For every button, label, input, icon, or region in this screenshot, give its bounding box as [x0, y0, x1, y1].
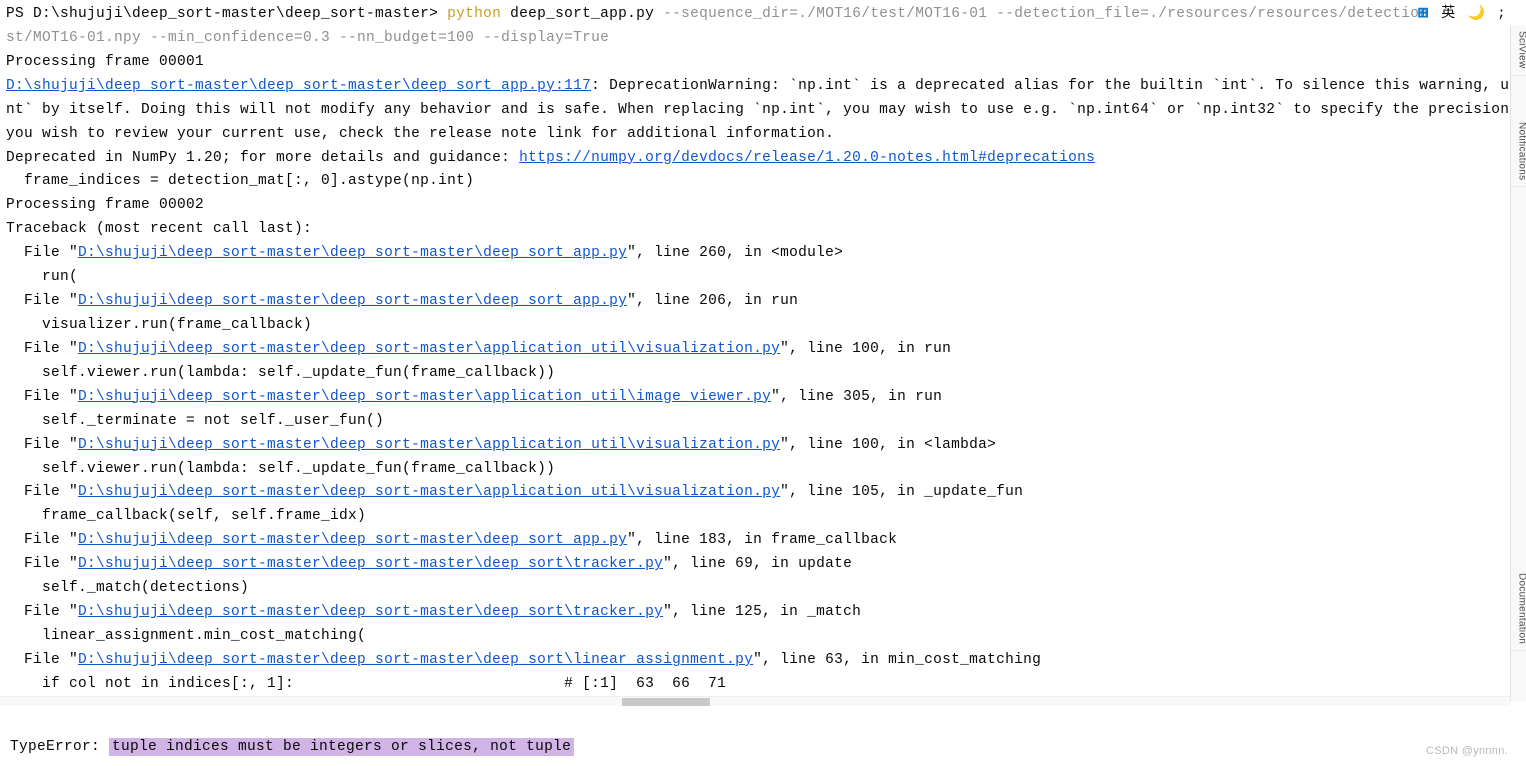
traceback-path-link[interactable]: D:\shujuji\deep_sort-master\deep_sort-ma… — [78, 484, 780, 500]
traceback-path-link[interactable]: D:\shujuji\deep_sort-master\deep_sort-ma… — [78, 652, 753, 668]
ps-prompt: PS D:\shujuji\deep_sort-master\deep_sort… — [6, 6, 438, 22]
traceback-file-line: File "D:\shujuji\deep_sort-master\deep_s… — [6, 481, 1504, 505]
right-sidebar: SciView Notifications Documentation — [1510, 25, 1526, 701]
processing-frame-2: Processing frame 00002 — [6, 194, 1504, 218]
traceback-path-link[interactable]: D:\shujuji\deep_sort-master\deep_sort-ma… — [78, 389, 771, 405]
traceback-code-line: visualizer.run(frame_callback) — [6, 314, 1504, 338]
window-toolbar: ⊞ 英 🌙 ; — [1417, 3, 1506, 26]
cmd-args-2: st/MOT16-01.npy --min_confidence=0.3 --n… — [6, 27, 1504, 51]
traceback-file-line: File "D:\shujuji\deep_sort-master\deep_s… — [6, 290, 1504, 314]
traceback-code-line: run( — [6, 266, 1504, 290]
traceback-file-line: File "D:\shujuji\deep_sort-master\deep_s… — [6, 529, 1504, 553]
frame-indices-code: frame_indices = detection_mat[:, 0].asty… — [6, 170, 1504, 194]
cmd-args-1: --sequence_dir=./MOT16/test/MOT16-01 --d… — [663, 6, 1428, 22]
traceback-path-link[interactable]: D:\shujuji\deep_sort-master\deep_sort-ma… — [78, 532, 627, 548]
traceback-file-line: File "D:\shujuji\deep_sort-master\deep_s… — [6, 386, 1504, 410]
traceback-code-line: self._terminate = not self._user_fun() — [6, 410, 1504, 434]
deprecation-warning-line3: you wish to review your current use, che… — [6, 123, 1504, 147]
numpy-release-link[interactable]: https://numpy.org/devdocs/release/1.20.0… — [519, 150, 1095, 166]
traceback-path-link[interactable]: D:\shujuji\deep_sort-master\deep_sort-ma… — [78, 604, 663, 620]
traceback-file-line: File "D:\shujuji\deep_sort-master\deep_s… — [6, 434, 1504, 458]
traceback-path-link[interactable]: D:\shujuji\deep_sort-master\deep_sort-ma… — [78, 556, 663, 572]
error-line: TypeError: tuple indices must be integer… — [10, 736, 574, 760]
deprecated-numpy-line: Deprecated in NumPy 1.20; for more detai… — [6, 147, 1504, 171]
warning-source-link[interactable]: D:\shujuji\deep_sort-master\deep_sort-ma… — [6, 78, 591, 94]
traceback-code-line: self._match(detections) — [6, 577, 1504, 601]
sidebar-notifications[interactable]: Notifications — [1511, 116, 1526, 187]
terminal-output[interactable]: PS D:\shujuji\deep_sort-master\deep_sort… — [0, 0, 1510, 700]
prompt-line: PS D:\shujuji\deep_sort-master\deep_sort… — [6, 3, 1504, 27]
traceback-code-line: if col not in indices[:, 1]: # [:1] 63 6… — [6, 673, 1504, 697]
traceback-code-line: linear_assignment.min_cost_matching( — [6, 625, 1504, 649]
traceback-path-link[interactable]: D:\shujuji\deep_sort-master\deep_sort-ma… — [78, 341, 780, 357]
script-name: deep_sort_app.py — [510, 6, 654, 22]
traceback-header: Traceback (most recent call last): — [6, 218, 1504, 242]
traceback-file-line: File "D:\shujuji\deep_sort-master\deep_s… — [6, 242, 1504, 266]
semicolon-icon: ; — [1497, 3, 1506, 26]
traceback-file-line: File "D:\shujuji\deep_sort-master\deep_s… — [6, 649, 1504, 673]
traceback-code-line: frame_callback(self, self.frame_idx) — [6, 505, 1504, 529]
traceback-list: File "D:\shujuji\deep_sort-master\deep_s… — [6, 242, 1504, 697]
watermark: CSDN @ynnnn. — [1426, 742, 1508, 760]
deprecation-warning-line2: nt` by itself. Doing this will not modif… — [6, 99, 1504, 123]
traceback-path-link[interactable]: D:\shujuji\deep_sort-master\deep_sort-ma… — [78, 245, 627, 261]
traceback-file-line: File "D:\shujuji\deep_sort-master\deep_s… — [6, 553, 1504, 577]
deprecation-warning-line1: D:\shujuji\deep_sort-master\deep_sort-ma… — [6, 75, 1504, 99]
sidebar-documentation[interactable]: Documentation — [1511, 567, 1526, 651]
traceback-code-line: self.viewer.run(lambda: self._update_fun… — [6, 458, 1504, 482]
processing-frame-1: Processing frame 00001 — [6, 51, 1504, 75]
ms-logo-icon: ⊞ — [1417, 3, 1429, 26]
traceback-file-line: File "D:\shujuji\deep_sort-master\deep_s… — [6, 338, 1504, 362]
traceback-path-link[interactable]: D:\shujuji\deep_sort-master\deep_sort-ma… — [78, 437, 780, 453]
scrollbar-thumb[interactable] — [622, 698, 710, 706]
python-keyword: python — [447, 6, 501, 22]
traceback-file-line: File "D:\shujuji\deep_sort-master\deep_s… — [6, 601, 1504, 625]
sidebar-sciview[interactable]: SciView — [1511, 25, 1526, 76]
error-message-highlight: tuple indices must be integers or slices… — [109, 738, 574, 756]
moon-icon[interactable]: 🌙 — [1468, 3, 1486, 26]
horizontal-scrollbar[interactable] — [0, 696, 1510, 706]
error-type-label: TypeError: — [10, 739, 109, 755]
lang-indicator[interactable]: 英 — [1441, 3, 1455, 26]
traceback-path-link[interactable]: D:\shujuji\deep_sort-master\deep_sort-ma… — [78, 293, 627, 309]
traceback-code-line: self.viewer.run(lambda: self._update_fun… — [6, 362, 1504, 386]
